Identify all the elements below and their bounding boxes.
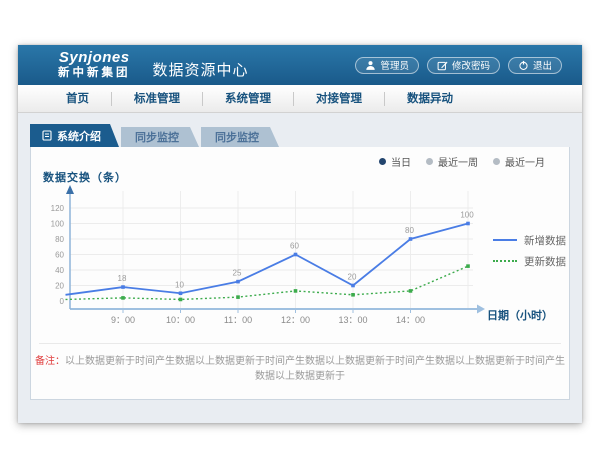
change-password-label: 修改密码: [452, 58, 490, 72]
note-prefix: 备注：: [35, 356, 65, 367]
note-text: 以上数据更新于时间产生数据以上数据更新于时间产生数据以上数据更新于时间产生数据以…: [65, 356, 565, 382]
svg-text:40: 40: [55, 266, 64, 275]
svg-text:12：00: 12：00: [281, 315, 310, 325]
x-axis-title: 日期（小时）: [487, 307, 553, 323]
nav-item-standard-mgmt[interactable]: 标准管理: [111, 92, 202, 106]
logout-label: 退出: [533, 58, 552, 72]
svg-text:14：00: 14：00: [396, 315, 425, 325]
logo-primary: Synjones: [59, 49, 130, 66]
edit-icon: [437, 60, 448, 71]
admin-user-button[interactable]: 管理员: [355, 57, 419, 74]
header-actions: 管理员 修改密码 退出: [355, 57, 570, 74]
logo-text-cn: 新中新集团: [58, 68, 131, 80]
content-area: 系统介绍 同步监控 同步监控 当日 最: [18, 124, 582, 434]
svg-text:25: 25: [233, 269, 242, 278]
svg-text:13：00: 13：00: [338, 315, 367, 325]
solid-line-icon: [493, 239, 517, 241]
chart-panel: 当日 最近一周 最近一月 数据交换（条） 0204060801001209：00…: [30, 147, 570, 400]
tab-bar: 系统介绍 同步监控 同步监控: [18, 124, 582, 147]
tab-label: 系统介绍: [57, 128, 101, 144]
logo-text-en: Synjones: [58, 50, 131, 65]
nav-item-data-change[interactable]: 数据异动: [384, 92, 475, 106]
svg-text:18: 18: [118, 274, 127, 283]
footer-note: 备注：以上数据更新于时间产生数据以上数据更新于时间产生数据以上数据更新于时间产生…: [31, 352, 569, 382]
page-window: Synjones 新中新集团 数据资源中心 管理员 修改密码: [18, 45, 582, 423]
svg-text:20: 20: [55, 282, 64, 291]
svg-text:20: 20: [348, 273, 357, 282]
dotted-line-icon: [493, 260, 517, 262]
svg-text:0: 0: [60, 297, 65, 306]
document-icon: [42, 130, 52, 141]
power-icon: [518, 60, 529, 71]
page-title: 数据资源中心: [153, 59, 249, 80]
app-header: Synjones 新中新集团 数据资源中心 管理员 修改密码: [18, 45, 582, 85]
tab-sync-monitor-1[interactable]: 同步监控: [121, 127, 199, 147]
user-icon: [365, 60, 376, 71]
svg-text:80: 80: [55, 235, 64, 244]
note-divider: [39, 343, 561, 344]
svg-text:9：00: 9：00: [111, 315, 135, 325]
svg-text:120: 120: [51, 204, 65, 213]
screen: Synjones 新中新集团 数据资源中心 管理员 修改密码: [0, 0, 600, 450]
nav-item-home[interactable]: 首页: [44, 92, 111, 106]
logo: Synjones 新中新集团: [58, 50, 131, 80]
svg-text:80: 80: [405, 226, 414, 235]
change-password-button[interactable]: 修改密码: [427, 57, 500, 74]
svg-text:10: 10: [175, 280, 184, 289]
admin-user-label: 管理员: [380, 58, 409, 72]
nav-item-system-mgmt[interactable]: 系统管理: [202, 92, 293, 106]
svg-text:100: 100: [51, 220, 65, 229]
legend-item-new-data: 新增数据: [493, 231, 566, 249]
svg-text:60: 60: [55, 251, 64, 260]
svg-text:10：00: 10：00: [166, 315, 195, 325]
legend-item-update-data: 更新数据: [493, 252, 566, 270]
tab-system-intro[interactable]: 系统介绍: [30, 124, 119, 147]
tab-label: 同步监控: [135, 129, 179, 145]
tab-label: 同步监控: [215, 129, 259, 145]
main-nav: 首页 标准管理 系统管理 对接管理 数据异动: [18, 85, 582, 113]
svg-text:60: 60: [290, 242, 299, 251]
tab-sync-monitor-2[interactable]: 同步监控: [201, 127, 279, 147]
svg-text:11：00: 11：00: [224, 315, 252, 325]
nav-item-interface-mgmt[interactable]: 对接管理: [293, 92, 384, 106]
svg-text:100: 100: [460, 211, 474, 220]
legend-label: 新增数据: [524, 233, 566, 248]
legend-label: 更新数据: [524, 254, 566, 269]
chart-legend: 新增数据 更新数据: [493, 231, 566, 273]
logout-button[interactable]: 退出: [508, 57, 562, 74]
